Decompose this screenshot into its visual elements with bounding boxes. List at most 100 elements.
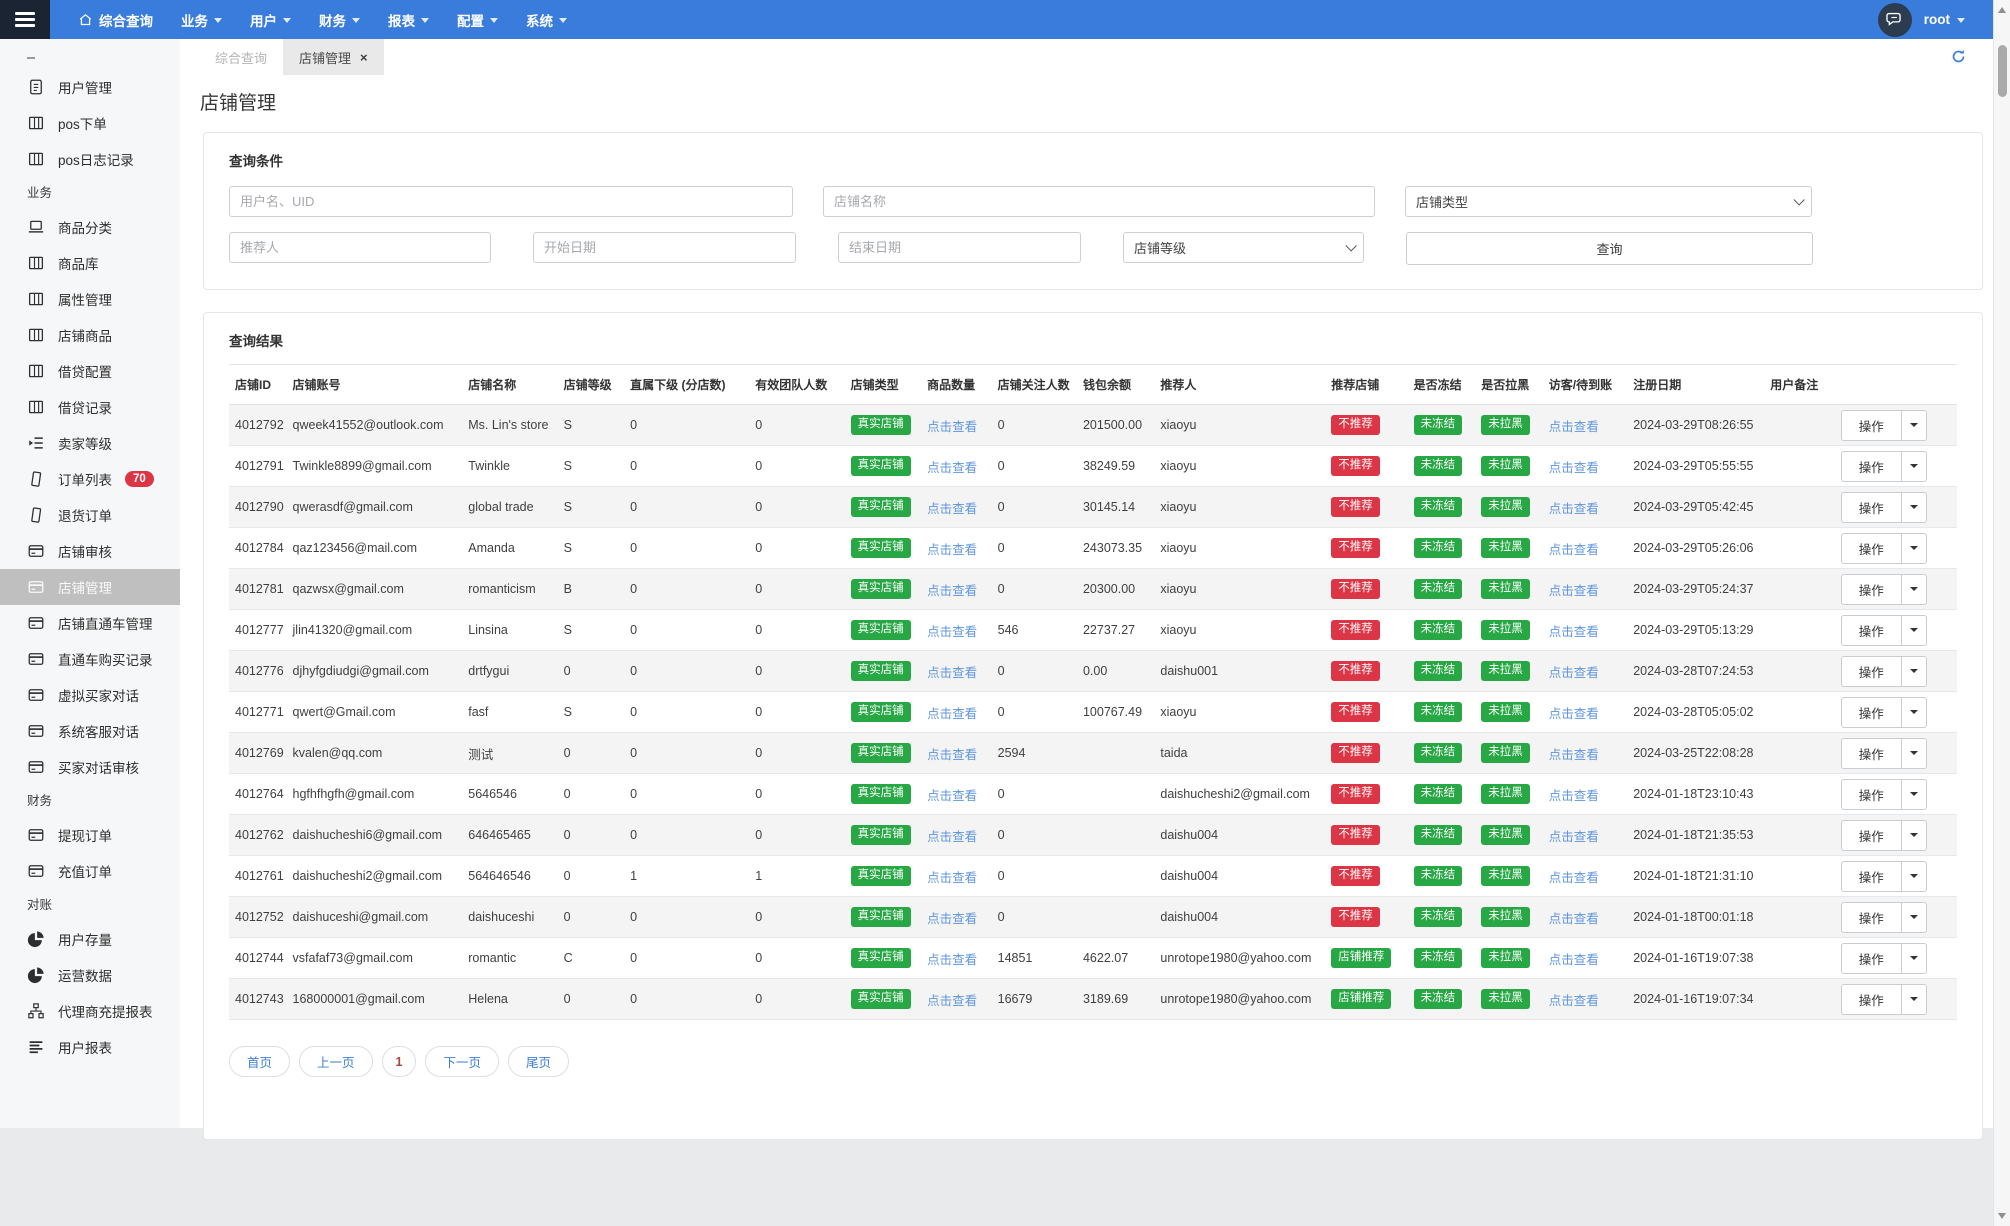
view-goods-link[interactable]: 点击查看 <box>927 502 977 516</box>
action-button[interactable]: 操作 <box>1840 860 1901 892</box>
nav-item-2[interactable]: 用户 <box>236 0 305 39</box>
view-goods-link[interactable]: 点击查看 <box>927 912 977 926</box>
action-button[interactable]: 操作 <box>1840 778 1901 810</box>
sidebar-item[interactable]: 运营数据 <box>0 957 180 993</box>
view-goods-link[interactable]: 点击查看 <box>927 584 977 598</box>
view-visitors-link[interactable]: 点击查看 <box>1549 625 1599 639</box>
nav-item-3[interactable]: 财务 <box>305 0 374 39</box>
view-visitors-link[interactable]: 点击查看 <box>1549 830 1599 844</box>
scroll-up-icon[interactable] <box>1998 7 2006 13</box>
shop-name-input[interactable] <box>823 186 1375 217</box>
shop-level-select[interactable]: 店铺等级 <box>1123 232 1364 263</box>
view-goods-link[interactable]: 点击查看 <box>927 830 977 844</box>
view-visitors-link[interactable]: 点击查看 <box>1549 666 1599 680</box>
view-goods-link[interactable]: 点击查看 <box>927 871 977 885</box>
scroll-down-icon[interactable] <box>1998 1213 2006 1219</box>
view-visitors-link[interactable]: 点击查看 <box>1549 912 1599 926</box>
sidebar-item[interactable]: 用户管理 <box>0 69 180 105</box>
sidebar-item[interactable]: pos日志记录 <box>0 141 180 177</box>
action-button[interactable]: 操作 <box>1840 655 1901 687</box>
action-dropdown-button[interactable] <box>1900 737 1927 769</box>
action-dropdown-button[interactable] <box>1900 901 1927 933</box>
action-dropdown-button[interactable] <box>1900 696 1927 728</box>
action-dropdown-button[interactable] <box>1900 409 1927 441</box>
sidebar-item[interactable]: 借贷配置 <box>0 353 180 389</box>
pagination-button-0[interactable]: 首页 <box>229 1046 291 1077</box>
action-button[interactable]: 操作 <box>1840 942 1901 974</box>
action-dropdown-button[interactable] <box>1900 860 1927 892</box>
view-goods-link[interactable]: 点击查看 <box>927 707 977 721</box>
nav-item-0[interactable]: 综合查询 <box>64 0 167 39</box>
action-dropdown-button[interactable] <box>1900 983 1927 1015</box>
action-button[interactable]: 操作 <box>1840 532 1901 564</box>
nav-item-6[interactable]: 系统 <box>512 0 581 39</box>
view-visitors-link[interactable]: 点击查看 <box>1549 748 1599 762</box>
view-visitors-link[interactable]: 点击查看 <box>1549 707 1599 721</box>
menu-toggle-button[interactable] <box>0 0 50 39</box>
action-button[interactable]: 操作 <box>1840 450 1901 482</box>
sidebar-item[interactable]: 系统客服对话 <box>0 713 180 749</box>
action-button[interactable]: 操作 <box>1840 737 1901 769</box>
view-visitors-link[interactable]: 点击查看 <box>1549 871 1599 885</box>
pagination-button-4[interactable]: 尾页 <box>508 1046 570 1077</box>
tab-0[interactable]: 综合查询 <box>199 39 283 75</box>
action-dropdown-button[interactable] <box>1900 778 1927 810</box>
action-button[interactable]: 操作 <box>1840 983 1901 1015</box>
action-dropdown-button[interactable] <box>1900 819 1927 851</box>
username-input[interactable] <box>229 186 793 217</box>
sidebar-item[interactable]: 代理商充提报表 <box>0 993 180 1029</box>
sidebar-item[interactable]: 店铺管理 <box>0 569 180 605</box>
action-button[interactable]: 操作 <box>1840 696 1901 728</box>
sidebar-item[interactable]: 买家对话审核 <box>0 749 180 785</box>
action-dropdown-button[interactable] <box>1900 573 1927 605</box>
sidebar-item[interactable]: 店铺审核 <box>0 533 180 569</box>
action-dropdown-button[interactable] <box>1900 532 1927 564</box>
scrollbar[interactable] <box>1993 0 2010 1226</box>
pagination-button-2[interactable]: 1 <box>381 1046 417 1077</box>
view-goods-link[interactable]: 点击查看 <box>927 543 977 557</box>
refresh-button[interactable] <box>1950 48 1967 65</box>
nav-item-5[interactable]: 配置 <box>443 0 512 39</box>
nav-item-1[interactable]: 业务 <box>167 0 236 39</box>
view-visitors-link[interactable]: 点击查看 <box>1549 953 1599 967</box>
sidebar-item[interactable]: 商品分类 <box>0 209 180 245</box>
sidebar-item[interactable]: 订单列表 70 <box>0 461 180 497</box>
action-button[interactable]: 操作 <box>1840 409 1901 441</box>
tab-1[interactable]: 店铺管理 × <box>283 39 384 75</box>
start-date-input[interactable] <box>533 232 796 263</box>
view-visitors-link[interactable]: 点击查看 <box>1549 543 1599 557</box>
sidebar-item[interactable]: 店铺直通车管理 <box>0 605 180 641</box>
action-button[interactable]: 操作 <box>1840 491 1901 523</box>
action-button[interactable]: 操作 <box>1840 901 1901 933</box>
view-goods-link[interactable]: 点击查看 <box>927 666 977 680</box>
view-goods-link[interactable]: 点击查看 <box>927 625 977 639</box>
shop-type-select[interactable]: 店铺类型 <box>1405 186 1812 217</box>
view-visitors-link[interactable]: 点击查看 <box>1549 502 1599 516</box>
sidebar-item[interactable]: 属性管理 <box>0 281 180 317</box>
sidebar-item[interactable]: 商品库 <box>0 245 180 281</box>
pagination-button-1[interactable]: 上一页 <box>299 1046 373 1077</box>
action-dropdown-button[interactable] <box>1900 655 1927 687</box>
view-goods-link[interactable]: 点击查看 <box>927 420 977 434</box>
view-goods-link[interactable]: 点击查看 <box>927 953 977 967</box>
referrer-input[interactable] <box>229 232 491 263</box>
sidebar-item[interactable]: 借贷记录 <box>0 389 180 425</box>
sidebar-item[interactable]: pos下单 <box>0 105 180 141</box>
action-button[interactable]: 操作 <box>1840 573 1901 605</box>
view-visitors-link[interactable]: 点击查看 <box>1549 789 1599 803</box>
action-dropdown-button[interactable] <box>1900 942 1927 974</box>
sidebar-item[interactable]: 退货订单 <box>0 497 180 533</box>
view-visitors-link[interactable]: 点击查看 <box>1549 584 1599 598</box>
sidebar-item[interactable]: 虚拟买家对话 <box>0 677 180 713</box>
sidebar-item[interactable]: 直通车购买记录 <box>0 641 180 677</box>
view-visitors-link[interactable]: 点击查看 <box>1549 994 1599 1008</box>
scrollbar-thumb[interactable] <box>1997 45 2007 97</box>
end-date-input[interactable] <box>838 232 1081 263</box>
nav-item-4[interactable]: 报表 <box>374 0 443 39</box>
view-visitors-link[interactable]: 点击查看 <box>1549 461 1599 475</box>
action-dropdown-button[interactable] <box>1900 450 1927 482</box>
action-button[interactable]: 操作 <box>1840 819 1901 851</box>
sidebar-item[interactable]: 用户存量 <box>0 921 180 957</box>
view-goods-link[interactable]: 点击查看 <box>927 994 977 1008</box>
pagination-button-3[interactable]: 下一页 <box>425 1046 499 1077</box>
